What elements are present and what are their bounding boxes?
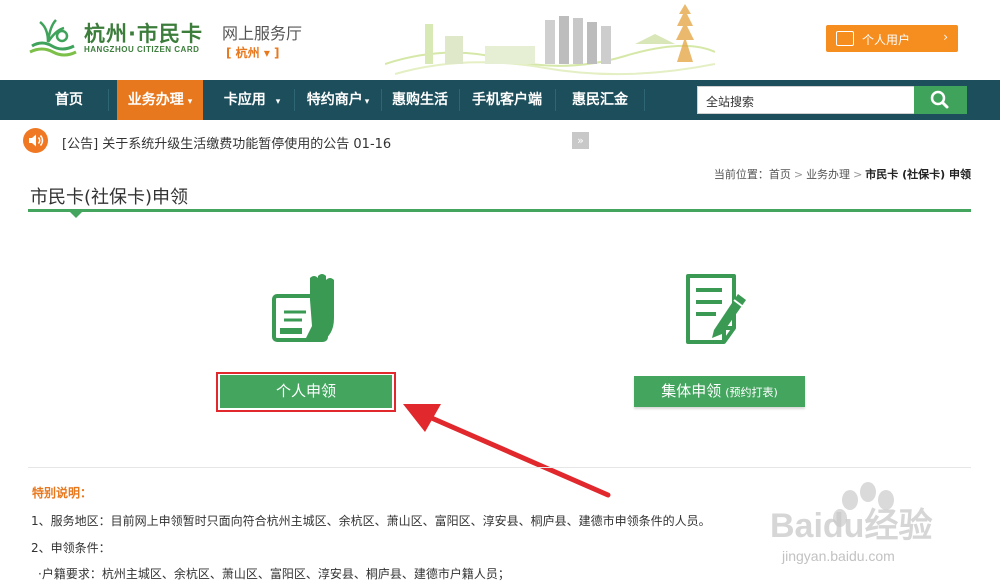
user-card-icon — [836, 31, 854, 46]
nav-item-mobile-client[interactable]: 手机客户端 — [464, 80, 550, 120]
group-apply-sublabel: (预约打表) — [725, 386, 778, 399]
site-header: 杭州·市民卡 HANGZHOU CITIZEN CARD 网上服务厅 [ 杭州 … — [0, 0, 1000, 80]
nav-item-home[interactable]: 首页 — [40, 80, 98, 120]
nav-item-card-apps[interactable]: 卡应用 ▾ — [216, 80, 288, 120]
group-apply-button[interactable]: 集体申领 (预约打表) — [634, 376, 805, 407]
speaker-icon — [23, 128, 48, 153]
nav-item-shopping[interactable]: 惠购生活 — [386, 80, 454, 120]
nav-divider — [381, 89, 382, 111]
nav-item-label: 业务办理 — [127, 92, 184, 108]
nav-divider — [555, 89, 556, 111]
breadcrumb-separator: > — [853, 168, 863, 181]
watermark-url: jingyan.baidu.com — [782, 548, 895, 564]
nav-item-label: 卡应用 — [223, 92, 266, 108]
nav-item-label: 惠购生活 — [392, 92, 448, 108]
citizen-card-logo-icon[interactable] — [26, 16, 80, 58]
personal-user-button[interactable]: 个人用户 › — [826, 25, 958, 52]
caret-down-icon: ▾ — [364, 97, 370, 107]
site-search-input[interactable]: 全站搜索 — [697, 86, 915, 114]
breadcrumb-home-link[interactable]: 首页 — [769, 168, 791, 181]
caret-down-icon: ▾ — [275, 97, 281, 107]
next-announcement-button[interactable]: » — [572, 132, 589, 149]
nav-item-finance[interactable]: 惠民汇金 — [562, 80, 638, 120]
logo-subtitle: HANGZHOU CITIZEN CARD — [84, 45, 200, 54]
nav-divider — [294, 89, 295, 111]
announcement-link[interactable]: [公告] 关于系统升级生活缴费功能暂停使用的公告 01-16 — [62, 133, 391, 152]
page-title: 市民卡(社保卡)申领 — [30, 187, 189, 208]
group-apply-label: 集体申领 — [661, 382, 722, 400]
breadcrumb-current: 市民卡 (社保卡) 申领 — [865, 168, 971, 181]
nav-item-label: 首页 — [55, 92, 83, 108]
annotation-arrow-icon — [403, 404, 611, 498]
note-service-area: 1、服务地区：目前网上申领暂时只面向符合杭州主城区、余杭区、萧山区、富阳区、淳安… — [31, 514, 711, 528]
personal-user-label: 个人用户 — [862, 33, 911, 47]
note-conditions: 2、申领条件： — [31, 541, 111, 555]
city-selector[interactable]: [ 杭州 ▾ ] — [226, 44, 280, 61]
city-skyline-illustration-icon — [385, 4, 715, 76]
content-divider — [28, 467, 971, 468]
caret-down-icon: ▾ — [187, 97, 193, 107]
nav-item-label: 惠民汇金 — [572, 92, 628, 108]
nav-divider — [108, 89, 109, 111]
nav-item-merchants[interactable]: 特约商户 ▾ — [300, 80, 376, 120]
title-underline — [28, 209, 971, 212]
nav-item-label: 手机客户端 — [472, 92, 542, 108]
chevron-right-icon: › — [943, 30, 948, 44]
search-button[interactable] — [914, 86, 967, 114]
breadcrumb-business-link[interactable]: 业务办理 — [806, 168, 850, 181]
search-icon — [930, 90, 949, 109]
breadcrumb: 当前位置：首页 > 业务办理 > 市民卡 (社保卡) 申领 — [714, 166, 971, 182]
personal-apply-button[interactable]: 个人申领 — [220, 375, 392, 408]
breadcrumb-separator: > — [793, 168, 804, 181]
nav-item-business[interactable]: 业务办理 ▾ — [117, 80, 203, 120]
nav-item-label: 特约商户 — [306, 92, 363, 108]
special-notes-title: 特别说明： — [32, 486, 93, 500]
nav-divider — [459, 89, 460, 111]
nav-divider — [644, 89, 645, 111]
watermark-brand: Baidu经验 — [770, 507, 933, 545]
logo-title: 杭州·市民卡 — [84, 22, 203, 46]
title-notch — [70, 212, 82, 218]
personal-application-icon[interactable] — [272, 272, 340, 346]
breadcrumb-prefix: 当前位置： — [713, 168, 769, 181]
group-application-icon[interactable] — [682, 272, 748, 346]
note-household-requirement: ·户籍要求：杭州主城区、余杭区、萧山区、富阳区、淳安县、桐庐县、建德市户籍人员； — [38, 567, 510, 581]
online-hall-title: 网上服务厅 — [222, 24, 303, 43]
baidu-watermark: Baidu经验 jingyan.baidu.com — [770, 478, 990, 583]
